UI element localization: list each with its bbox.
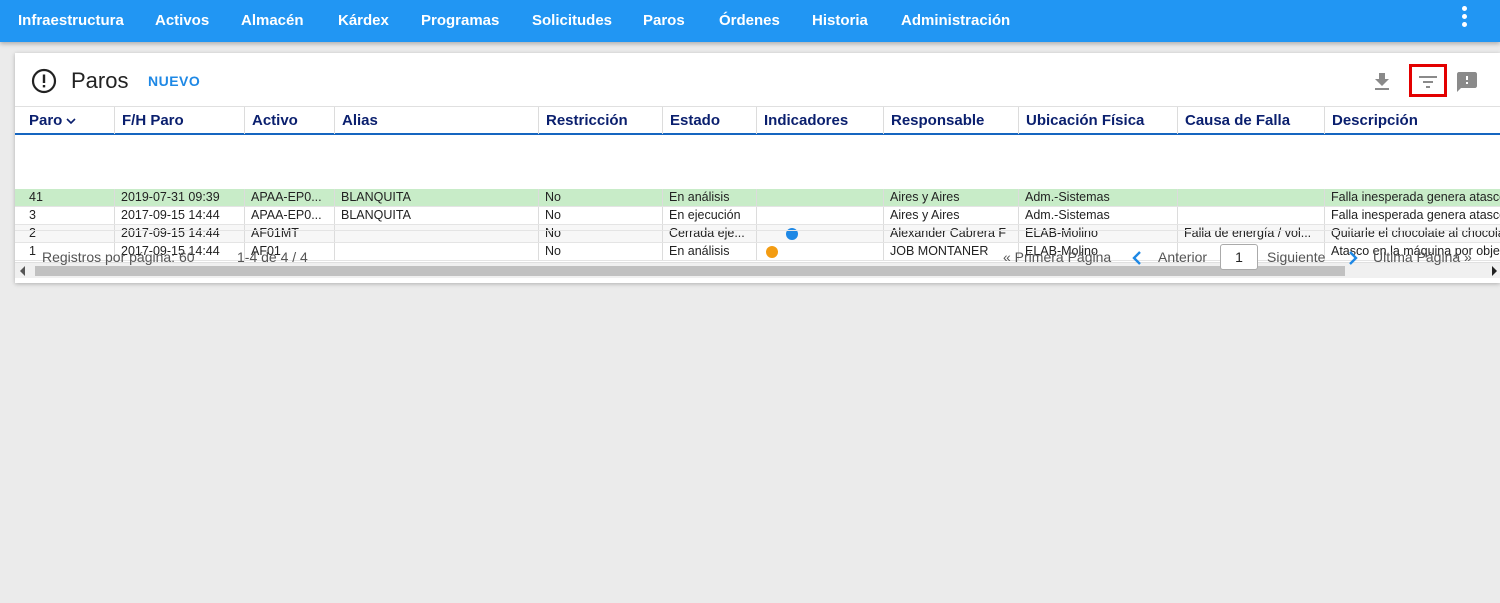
column-header-ubicacion[interactable]: Ubicación Física [1018,107,1178,134]
cell-descripcion: Falla inesperada genera atasco [1324,207,1500,224]
first-page-link[interactable]: « Primera Página [1003,249,1111,265]
chevron-left-icon[interactable] [1130,250,1144,266]
cell-estado: En análisis [662,189,757,206]
filter-icon [1419,76,1437,88]
prev-page-link[interactable]: Anterior [1158,249,1207,265]
column-header-restriccion[interactable]: Restricción [538,107,663,134]
nav-item-infraestructura[interactable]: Infraestructura [18,0,124,42]
cell-paro: 41 [29,190,43,204]
cell-estado: En ejecución [662,207,757,224]
cell-activo: APAA-EP0... [244,207,335,224]
chevron-right-icon[interactable] [1346,250,1360,266]
feedback-icon[interactable] [1455,70,1479,94]
column-header-alias[interactable]: Alias [334,107,539,134]
cell-responsable: Aires y Aires [883,189,1019,206]
top-nav: Infraestructura Activos Almacén Kárdex P… [0,0,1500,42]
column-header-estado[interactable]: Estado [662,107,757,134]
download-icon[interactable] [1370,70,1394,94]
filter-button[interactable] [1409,64,1447,97]
nav-item-activos[interactable]: Activos [155,0,209,42]
pagination-bar: Registros por página: 60 1-4 de 4 / 4 « … [15,230,1500,283]
column-header-fh-paro[interactable]: F/H Paro [114,107,245,134]
column-header-activo[interactable]: Activo [244,107,335,134]
cell-descripcion: Falla inesperada genera atasco [1324,189,1500,206]
column-header-indicadores[interactable]: Indicadores [756,107,884,134]
cell-alias: BLANQUITA [334,189,539,206]
cell-restriccion: No [538,189,663,206]
cell-fh-paro: 2017-09-15 14:44 [114,207,245,224]
cell-activo: APAA-EP0... [244,189,335,206]
page-number-input[interactable] [1220,244,1258,270]
nav-item-almacen[interactable]: Almacén [241,0,304,42]
cell-paro: 3 [29,208,36,222]
nav-item-historia[interactable]: Historia [812,0,868,42]
nav-item-ordenes[interactable]: Órdenes [719,0,780,42]
column-header-causa[interactable]: Causa de Falla [1177,107,1325,134]
paros-card: Paros NUEVO Paro F/H Paro Activo Alias R… [15,53,1500,283]
nav-item-paros[interactable]: Paros [643,0,685,42]
nav-item-programas[interactable]: Programas [421,0,499,42]
column-label: Paro [29,112,63,129]
column-header-responsable[interactable]: Responsable [883,107,1019,134]
records-range: 1-4 de 4 / 4 [237,249,308,265]
cell-fh-paro: 2019-07-31 09:39 [114,189,245,206]
column-header-paro[interactable]: Paro [15,107,115,134]
nav-item-solicitudes[interactable]: Solicitudes [532,0,612,42]
cell-indicadores [756,189,884,206]
page-title: Paros [71,68,129,93]
new-button[interactable]: NUEVO [148,73,200,89]
table-row[interactable]: 41 2019-07-31 09:39 APAA-EP0... BLANQUIT… [15,189,1500,207]
cell-causa [1177,189,1325,206]
last-page-link[interactable]: Última Página » [1373,249,1472,265]
nav-item-kardex[interactable]: Kárdex [338,0,389,42]
cell-indicadores [756,207,884,224]
cell-alias: BLANQUITA [334,207,539,224]
nav-item-administracion[interactable]: Administración [901,0,1010,42]
cell-responsable: Aires y Aires [883,207,1019,224]
cell-restriccion: No [538,207,663,224]
column-header-descripcion[interactable]: Descripción [1324,107,1500,134]
table-row[interactable]: 3 2017-09-15 14:44 APAA-EP0... BLANQUITA… [15,207,1500,225]
cell-ubicacion: Adm.-Sistemas [1018,189,1178,206]
table-header: Paro F/H Paro Activo Alias Restricción E… [15,106,1500,135]
cell-ubicacion: Adm.-Sistemas [1018,207,1178,224]
cell-causa [1177,207,1325,224]
chevron-down-icon [66,117,76,124]
next-page-link[interactable]: Siguiente [1267,249,1325,265]
records-per-page[interactable]: Registros por página: 60 [42,249,195,265]
more-menu-icon[interactable] [1456,6,1472,32]
alert-circle-icon [31,68,57,94]
